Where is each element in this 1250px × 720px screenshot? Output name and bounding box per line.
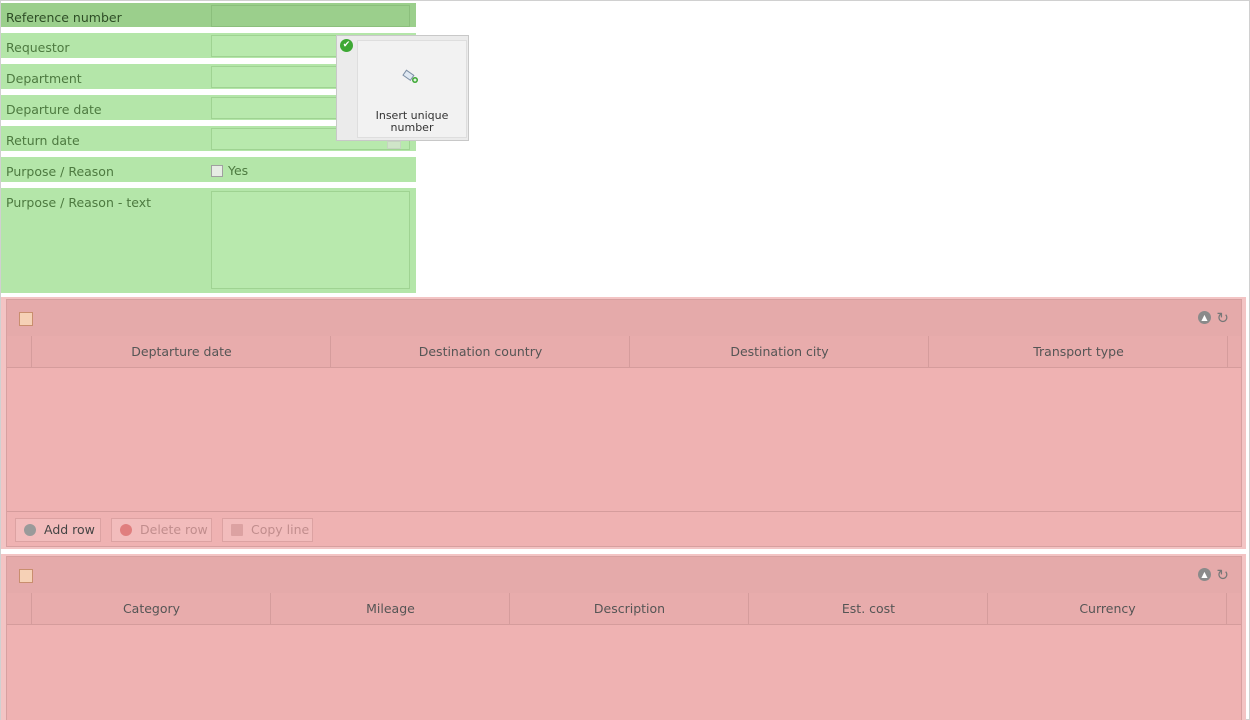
row-selector-header: [7, 593, 31, 624]
copy-icon: [231, 524, 243, 536]
costs-grid-toolbar: ▲ ↻: [7, 557, 1241, 594]
return-date-label: Return date: [6, 133, 80, 148]
purpose-text-row: Purpose / Reason - text: [1, 188, 416, 293]
purpose-text-area[interactable]: [211, 191, 410, 289]
plus-circle-icon: [24, 524, 36, 536]
column-header[interactable]: Est. cost: [748, 593, 988, 624]
costs-grid-header: Category Mileage Description Est. cost C…: [7, 593, 1241, 625]
scroll-header: [1227, 336, 1242, 367]
departure-date-label: Departure date: [6, 102, 102, 117]
requestor-label: Requestor: [6, 40, 70, 55]
minus-circle-icon: [120, 524, 132, 536]
column-header[interactable]: Destination city: [629, 336, 929, 367]
costs-grid: ▲ ↻ Category Mileage Description Est. co…: [6, 556, 1242, 720]
refresh-icon[interactable]: ↻: [1216, 566, 1229, 584]
trips-grid-toolbar: ▲ ↻: [7, 300, 1241, 337]
insert-unique-number-label: Insert unique number: [375, 109, 449, 134]
purpose-text-label: Purpose / Reason - text: [6, 195, 152, 210]
insert-unique-number-popup: ✔ Insert unique number: [336, 35, 469, 141]
copy-line-label: Copy line: [251, 522, 310, 537]
trips-grid: ▲ ↻ Deptarture date Destination country …: [6, 299, 1242, 547]
delete-row-button[interactable]: Delete row: [111, 518, 212, 542]
purpose-checkbox[interactable]: [211, 165, 223, 177]
column-header[interactable]: Transport type: [928, 336, 1228, 367]
purpose-row: Purpose / Reason Yes: [1, 157, 416, 182]
add-row-button[interactable]: Add row: [15, 518, 101, 542]
collapse-icon[interactable]: ▲: [1198, 568, 1211, 581]
purpose-checkbox-label[interactable]: Yes: [228, 163, 248, 178]
column-header[interactable]: Destination country: [330, 336, 630, 367]
collapse-icon[interactable]: ▲: [1198, 311, 1211, 324]
column-header[interactable]: Mileage: [270, 593, 510, 624]
trips-grid-header: Deptarture date Destination country Dest…: [7, 336, 1241, 368]
scroll-header: [1226, 593, 1242, 624]
edit-icon[interactable]: [19, 569, 33, 583]
purpose-label: Purpose / Reason: [6, 164, 114, 179]
trips-grid-footer: Add row Delete row Copy line: [7, 511, 1241, 548]
reference-number-label: Reference number: [6, 10, 122, 25]
column-header[interactable]: Description: [509, 593, 749, 624]
column-header[interactable]: Deptarture date: [31, 336, 331, 367]
reference-number-row: Reference number: [1, 3, 416, 27]
check-icon[interactable]: ✔: [340, 39, 353, 52]
wand-icon: [402, 69, 418, 83]
column-header[interactable]: Currency: [987, 593, 1227, 624]
row-selector-header: [7, 336, 31, 367]
reference-number-input[interactable]: [211, 5, 410, 27]
calendar-icon[interactable]: [387, 141, 401, 149]
add-row-label: Add row: [44, 522, 95, 537]
edit-icon[interactable]: [19, 312, 33, 326]
delete-row-label: Delete row: [140, 522, 208, 537]
copy-line-button[interactable]: Copy line: [222, 518, 313, 542]
column-header[interactable]: Category: [31, 593, 271, 624]
department-label: Department: [6, 71, 82, 86]
refresh-icon[interactable]: ↻: [1216, 309, 1229, 327]
